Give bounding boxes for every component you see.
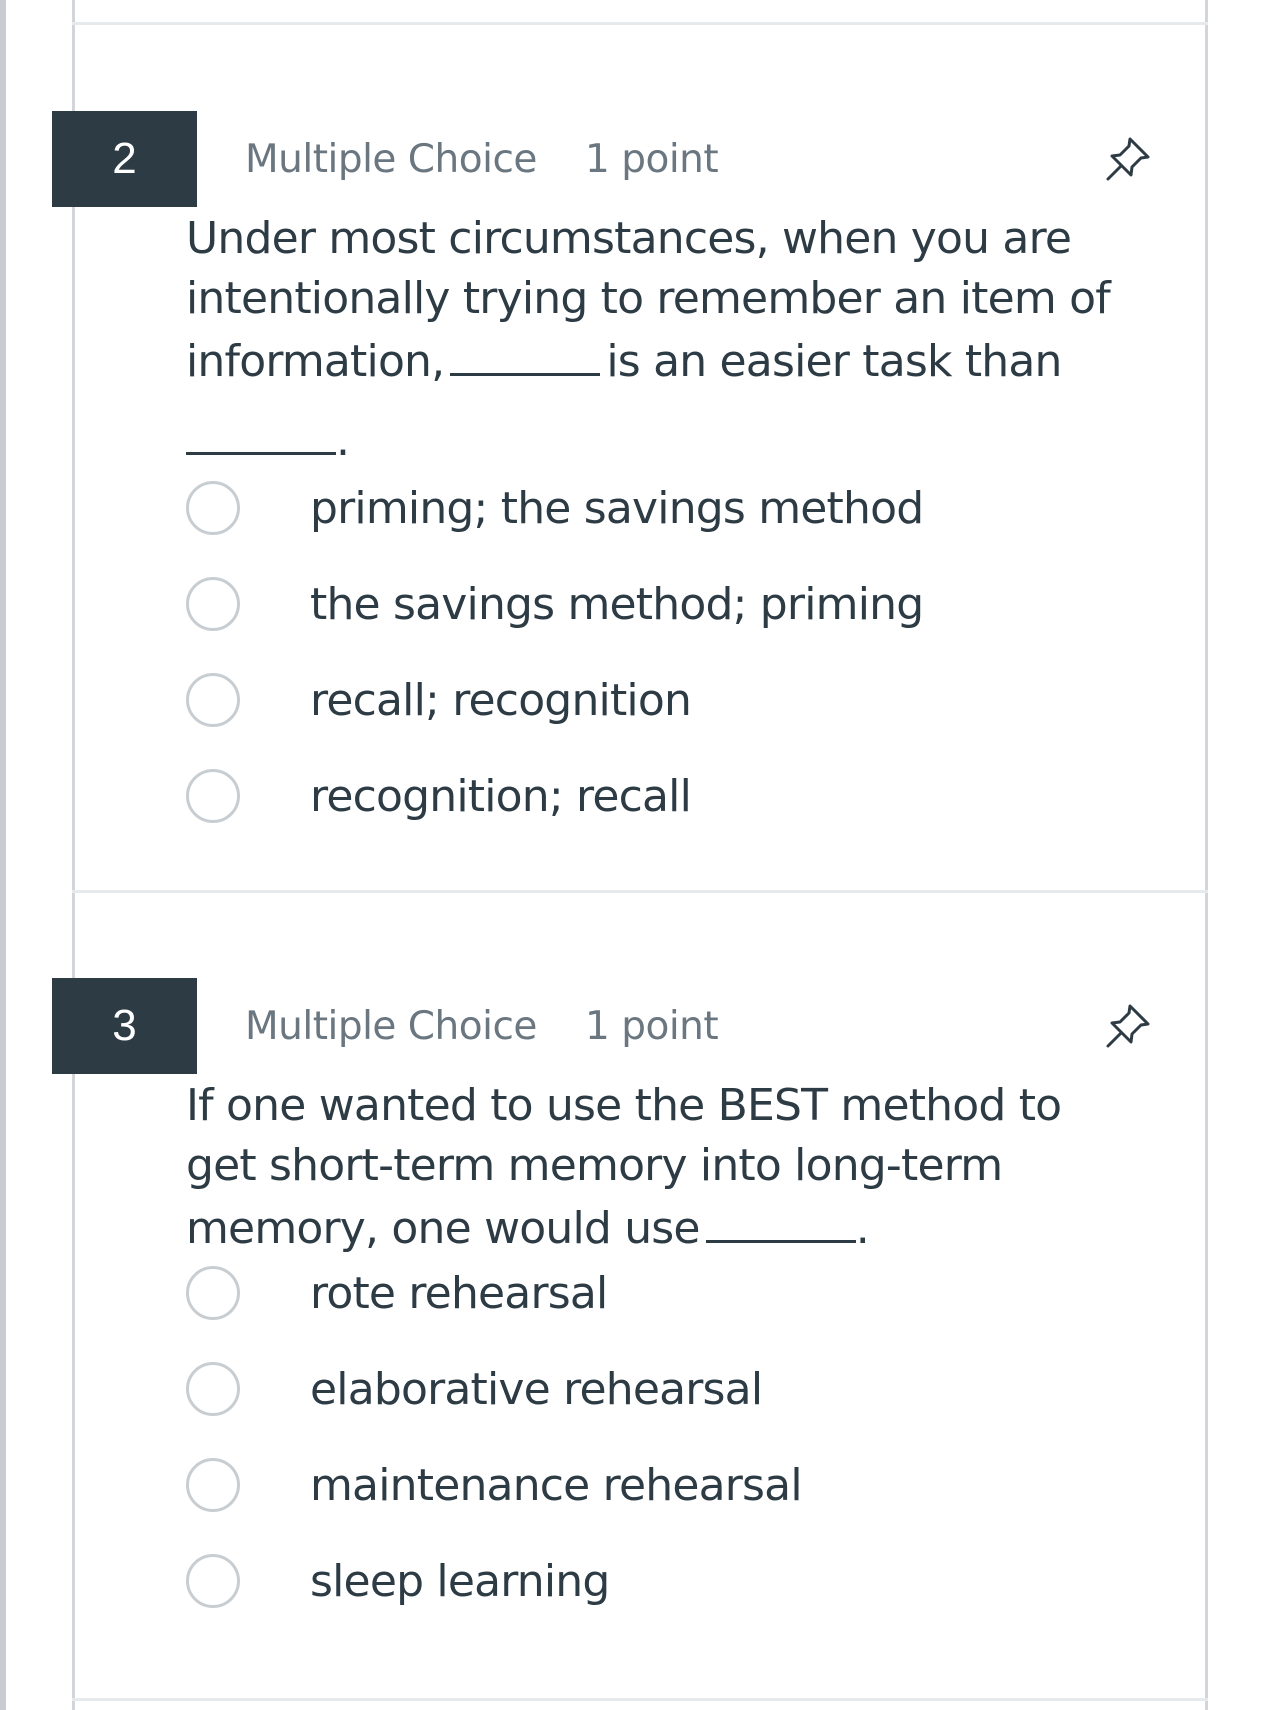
radio-button[interactable] xyxy=(186,481,240,535)
answer-option[interactable]: elaborative rehearsal xyxy=(186,1354,1086,1424)
option-label: maintenance rehearsal xyxy=(310,1459,803,1511)
page-left-edge xyxy=(0,0,6,1710)
answer-option[interactable]: priming; the savings method xyxy=(186,473,1086,543)
radio-button[interactable] xyxy=(186,577,240,631)
option-label: sleep learning xyxy=(310,1555,610,1607)
question-type: Multiple Choice xyxy=(245,137,537,182)
question-number-badge: 3 xyxy=(52,978,197,1074)
answer-blank xyxy=(705,1196,856,1243)
question-text-part: is an easier task than xyxy=(606,336,1062,387)
option-label: the savings method; priming xyxy=(310,578,924,630)
radio-button[interactable] xyxy=(186,769,240,823)
question-type: Multiple Choice xyxy=(245,1004,537,1049)
question-text-part: . xyxy=(855,1203,870,1254)
option-label: rote rehearsal xyxy=(310,1267,608,1319)
answer-option[interactable]: recall; recognition xyxy=(186,665,1086,735)
pin-icon[interactable] xyxy=(1100,998,1156,1054)
answer-option[interactable]: maintenance rehearsal xyxy=(186,1450,1086,1520)
radio-button[interactable] xyxy=(186,1458,240,1512)
option-label: priming; the savings method xyxy=(310,482,924,534)
question-divider xyxy=(72,1698,1208,1701)
question-divider xyxy=(72,890,1208,893)
answer-option[interactable]: recognition; recall xyxy=(186,761,1086,831)
question-text: If one wanted to use the BEST method to … xyxy=(186,1076,1126,1259)
answer-blank xyxy=(186,408,336,455)
question-text: Under most circumstances, when you are i… xyxy=(186,209,1126,471)
question-points: 1 point xyxy=(585,1004,719,1049)
answer-option[interactable]: rote rehearsal xyxy=(186,1258,1086,1328)
radio-button[interactable] xyxy=(186,1362,240,1416)
option-label: elaborative rehearsal xyxy=(310,1363,763,1415)
question-text-part: If one wanted to use the BEST method to … xyxy=(186,1080,1062,1254)
option-label: recognition; recall xyxy=(310,770,692,822)
answer-option[interactable]: the savings method; priming xyxy=(186,569,1086,639)
question-text-part: . xyxy=(336,415,350,466)
pin-icon[interactable] xyxy=(1100,131,1156,187)
option-label: recall; recognition xyxy=(310,674,692,726)
question-divider xyxy=(72,22,1208,25)
radio-button[interactable] xyxy=(186,673,240,727)
question-number-badge: 2 xyxy=(52,111,197,207)
question-points: 1 point xyxy=(585,137,719,182)
radio-button[interactable] xyxy=(186,1266,240,1320)
answer-blank xyxy=(450,329,601,376)
radio-button[interactable] xyxy=(186,1554,240,1608)
answer-option[interactable]: sleep learning xyxy=(186,1546,1086,1616)
